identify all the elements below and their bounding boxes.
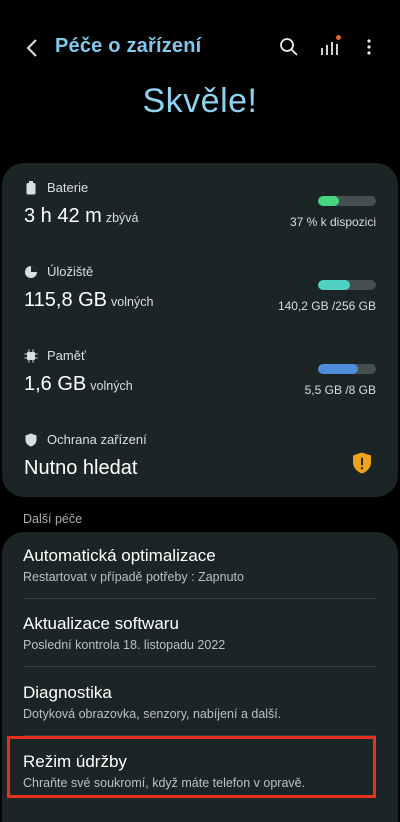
list-item-diagnostics[interactable]: Diagnostika Dotyková obrazovka, senzory,… xyxy=(2,669,398,735)
device-status-headline: Skvěle! xyxy=(142,82,258,120)
battery-label-group: Baterie xyxy=(24,180,88,195)
memory-progress-bar xyxy=(318,364,376,374)
storage-pie-icon xyxy=(24,265,38,279)
protection-value-group: Nutno hledat xyxy=(24,457,137,480)
list-item-subtitle: Restartovat v případě potřeby : Zapnuto xyxy=(23,570,244,584)
report-button[interactable] xyxy=(316,34,342,60)
appbar-actions xyxy=(276,34,382,60)
list-item-title: Diagnostika xyxy=(23,683,112,702)
memory-unit: volných xyxy=(90,379,133,393)
more-vertical-icon xyxy=(367,39,371,55)
list-item-title: Automatická optimalizace xyxy=(23,546,216,565)
battery-label: Baterie xyxy=(47,180,89,195)
memory-free: 1,6 GB xyxy=(24,373,87,395)
divider xyxy=(23,735,377,736)
list-item-title: Režim údržby xyxy=(23,752,127,771)
protection-label: Ochrana zařízení xyxy=(47,432,147,447)
storage-row[interactable]: Úložiště 115,8 GB volných 140,2 GB /256 … xyxy=(2,247,398,331)
list-item-subtitle: Poslední kontrola 18. listopadu 2022 xyxy=(23,638,226,652)
search-icon xyxy=(280,38,298,56)
memory-chip-icon xyxy=(24,349,38,363)
back-arrow-icon xyxy=(26,39,37,57)
storage-value-group: 115,8 GB volných xyxy=(24,289,153,312)
warning-shield-icon xyxy=(353,452,371,474)
battery-progress-fill xyxy=(318,196,340,206)
list-item-title: Aktualizace softwaru xyxy=(23,614,179,633)
battery-available: 37 % k dispozici xyxy=(289,215,376,229)
storage-label: Úložiště xyxy=(47,264,94,279)
divider xyxy=(23,598,377,599)
search-button[interactable] xyxy=(276,34,302,60)
more-care-list: Automatická optimalizace Restartovat v p… xyxy=(2,532,398,822)
list-item-auto-optimization[interactable]: Automatická optimalizace Restartovat v p… xyxy=(2,532,398,598)
memory-value-group: 1,6 GB volných xyxy=(24,373,133,396)
memory-label: Paměť xyxy=(47,348,86,363)
memory-label-group: Paměť xyxy=(24,348,86,363)
storage-progress-bar xyxy=(318,280,376,290)
list-item-subtitle: Chraňte své soukromí, když máte telefon … xyxy=(23,776,306,790)
memory-row[interactable]: Paměť 1,6 GB volných 5,5 GB /8 GB xyxy=(2,331,398,415)
storage-usage: 140,2 GB /256 GB xyxy=(277,299,376,313)
more-options-button[interactable] xyxy=(356,34,382,60)
more-care-section-title: Další péče xyxy=(23,512,83,526)
device-protection-row[interactable]: Ochrana zařízení Nutno hledat xyxy=(2,415,398,499)
memory-progress-fill xyxy=(318,364,359,374)
divider xyxy=(23,666,377,667)
storage-progress-fill xyxy=(318,280,350,290)
battery-progress-bar xyxy=(318,196,376,206)
protection-label-group: Ochrana zařízení xyxy=(24,432,147,447)
memory-usage: 5,5 GB /8 GB xyxy=(304,383,376,397)
battery-unit: zbývá xyxy=(105,211,139,225)
battery-icon xyxy=(24,180,38,195)
storage-label-group: Úložiště xyxy=(24,264,93,279)
storage-free: 115,8 GB xyxy=(24,289,108,311)
battery-time-remaining: 3 h 42 m xyxy=(24,205,102,227)
page-title: Péče o zařízení xyxy=(55,35,202,57)
bar-chart-icon xyxy=(321,42,338,55)
list-item-software-update[interactable]: Aktualizace softwaru Poslední kontrola 1… xyxy=(2,600,398,666)
shield-icon xyxy=(24,433,38,447)
back-button[interactable] xyxy=(18,34,46,62)
status-card: Baterie 3 h 42 m zbývá 37 % k dispozici … xyxy=(2,163,398,497)
list-item-maintenance-mode[interactable]: Režim údržby Chraňte své soukromí, když … xyxy=(2,738,398,804)
storage-unit: volných xyxy=(111,295,154,309)
battery-value-group: 3 h 42 m zbývá xyxy=(24,205,138,228)
battery-row[interactable]: Baterie 3 h 42 m zbývá 37 % k dispozici xyxy=(2,163,398,247)
app-bar: Péče o zařízení xyxy=(0,26,400,70)
list-item-subtitle: Dotyková obrazovka, senzory, nabíjení a … xyxy=(23,707,282,721)
protection-status: Nutno hledat xyxy=(24,457,138,479)
notification-dot xyxy=(336,35,341,40)
